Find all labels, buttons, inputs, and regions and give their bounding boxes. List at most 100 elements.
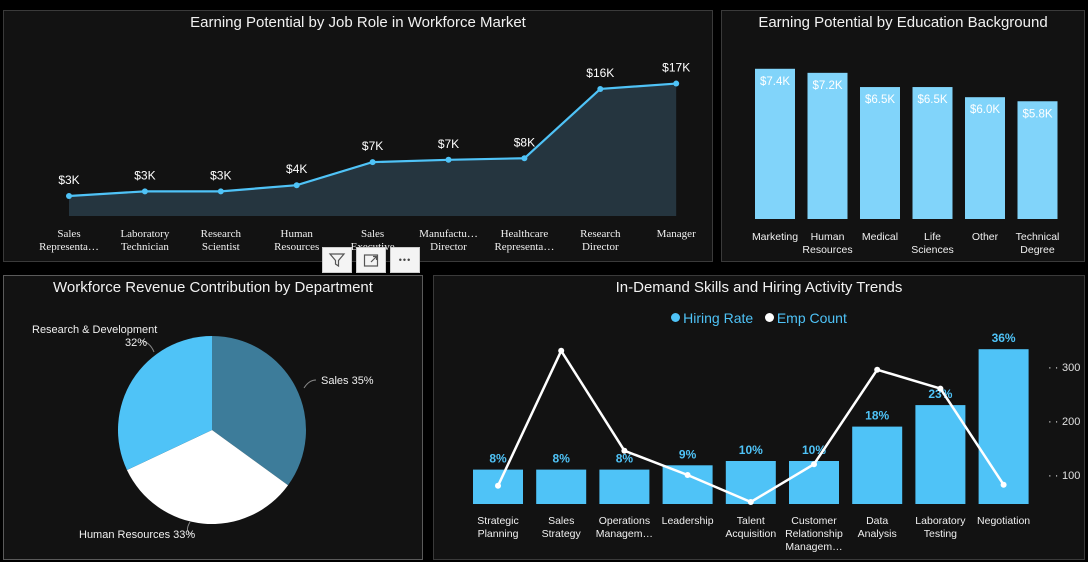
emp-count-point[interactable]: [874, 366, 881, 373]
data-point[interactable]: [66, 192, 72, 199]
bar[interactable]: [912, 87, 953, 219]
x-tick-label: Director: [582, 241, 619, 253]
bar[interactable]: [978, 349, 1029, 504]
bar[interactable]: [599, 469, 650, 504]
emp-count-point[interactable]: [495, 482, 501, 489]
x-tick-label: Managem…: [785, 541, 842, 553]
x-tick-label: Manufactu…: [419, 228, 478, 240]
x-tick-label: Representa…: [494, 241, 554, 253]
data-label: $4K: [286, 162, 307, 176]
x-tick-label: Research: [201, 228, 242, 240]
data-point[interactable]: [521, 155, 528, 162]
x-tick-label: Degree: [1020, 244, 1055, 256]
x-tick-label: Negotiation: [977, 515, 1030, 527]
emp-count-point[interactable]: [684, 472, 691, 478]
skills-chart-panel[interactable]: In-Demand Skills and Hiring Activity Tre…: [433, 275, 1085, 560]
filter-icon[interactable]: [322, 247, 352, 273]
job-role-chart-svg: $3KSalesRepresenta…$3KLaboratoryTechnici…: [39, 61, 696, 253]
bar[interactable]: [915, 405, 966, 504]
data-point[interactable]: [141, 188, 148, 195]
data-label: $7K: [362, 139, 383, 153]
emp-count-point[interactable]: [937, 385, 944, 392]
x-tick-label: Leadership: [662, 515, 714, 527]
x-tick-label: Manager: [657, 228, 696, 240]
x-tick-label: Laboratory: [915, 515, 966, 527]
bar[interactable]: [860, 87, 900, 219]
data-label: $3K: [134, 168, 155, 182]
leader-line: [303, 379, 317, 389]
x-tick-label: Sciences: [911, 244, 954, 256]
data-point[interactable]: [369, 159, 376, 166]
bar[interactable]: [755, 68, 795, 219]
x-tick-label: Marketing: [752, 231, 798, 243]
x-tick-label: Research: [580, 228, 621, 240]
x-tick-label: Planning: [478, 528, 519, 540]
bar[interactable]: [662, 465, 713, 504]
job-role-chart-panel[interactable]: Earning Potential by Job Role in Workfor…: [3, 10, 713, 262]
data-label: $3K: [58, 173, 79, 187]
bar[interactable]: [852, 426, 903, 504]
emp-count-point[interactable]: [558, 347, 565, 354]
emp-count-point[interactable]: [811, 461, 817, 468]
data-label: $3K: [210, 168, 231, 182]
x-tick-label: Director: [430, 241, 467, 253]
x-tick-label: Managem…: [596, 528, 653, 540]
more-options-icon[interactable]: •••: [390, 247, 420, 273]
education-chart-panel[interactable]: Earning Potential by Education Backgroun…: [721, 10, 1085, 262]
x-tick-label: Sales: [548, 515, 574, 527]
data-point[interactable]: [293, 182, 300, 189]
x-tick-label: Representa…: [39, 241, 99, 253]
data-point[interactable]: [597, 85, 604, 92]
education-chart-svg: $7.4K Marketing $7.2K HumanResources $6.5K Me…: [752, 68, 1060, 256]
x-tick-label: Technical: [1016, 231, 1060, 243]
pie-label-rd: Research & Development: [32, 324, 157, 336]
data-label: $8K: [514, 135, 535, 149]
department-pie-svg: Sales 35% Human Resources 33% Research & D…: [32, 324, 374, 541]
x-tick-label: Human: [281, 228, 314, 240]
y2-tick-dots: · ·: [1048, 470, 1058, 482]
x-tick-label: Data: [866, 515, 888, 527]
bar-data-label: 36%: [992, 331, 1016, 345]
bar-data-label: $7.2K: [812, 80, 842, 92]
data-point[interactable]: [445, 156, 452, 163]
focus-mode-icon[interactable]: [356, 247, 386, 273]
y2-tick-label: 100: [1062, 470, 1080, 482]
x-tick-label: Relationship: [785, 528, 843, 540]
data-point[interactable]: [673, 80, 680, 87]
bar[interactable]: [725, 461, 776, 504]
emp-count-point[interactable]: [1000, 481, 1007, 488]
x-tick-label: Strategic: [477, 515, 518, 527]
x-tick-label: Human: [811, 231, 845, 243]
x-tick-label: Resources: [274, 241, 319, 253]
x-tick-label: Operations: [599, 515, 650, 527]
data-point[interactable]: [217, 188, 224, 195]
x-tick-label: Analysis: [858, 528, 897, 540]
emp-count-point[interactable]: [621, 447, 628, 454]
pie-label-rd-pct: 32%: [125, 337, 147, 349]
emp-count-point[interactable]: [747, 499, 754, 505]
bar[interactable]: [536, 469, 587, 504]
bar-data-label: $6.0K: [970, 104, 1000, 116]
bar-data-label: $7.4K: [760, 76, 790, 88]
y2-tick-dots: · ·: [1048, 362, 1058, 374]
x-tick-label: Life: [924, 231, 941, 243]
x-tick-label: Sales: [361, 228, 384, 240]
y2-tick-label: 300: [1062, 362, 1080, 374]
data-label: $16K: [586, 66, 614, 80]
bar[interactable]: [807, 72, 848, 219]
bar-data-label: 10%: [739, 443, 763, 457]
bar-data-label: 8%: [489, 452, 507, 466]
bar-data-label: $5.8K: [1022, 108, 1052, 120]
x-tick-label: Medical: [862, 231, 898, 243]
pie-label-hr: Human Resources 33%: [79, 529, 195, 541]
x-tick-label: Scientist: [202, 241, 240, 253]
y2-tick-dots: · ·: [1048, 416, 1058, 428]
bar-data-label: 9%: [679, 447, 697, 461]
bar[interactable]: [789, 461, 839, 504]
data-label: $7K: [438, 137, 459, 151]
x-tick-label: Testing: [924, 528, 957, 540]
bar-data-label: $6.5K: [917, 94, 947, 106]
y2-tick-label: 200: [1062, 416, 1080, 428]
department-pie-panel[interactable]: Workforce Revenue Contribution by Depart…: [3, 275, 423, 560]
x-tick-label: Resources: [802, 244, 852, 256]
